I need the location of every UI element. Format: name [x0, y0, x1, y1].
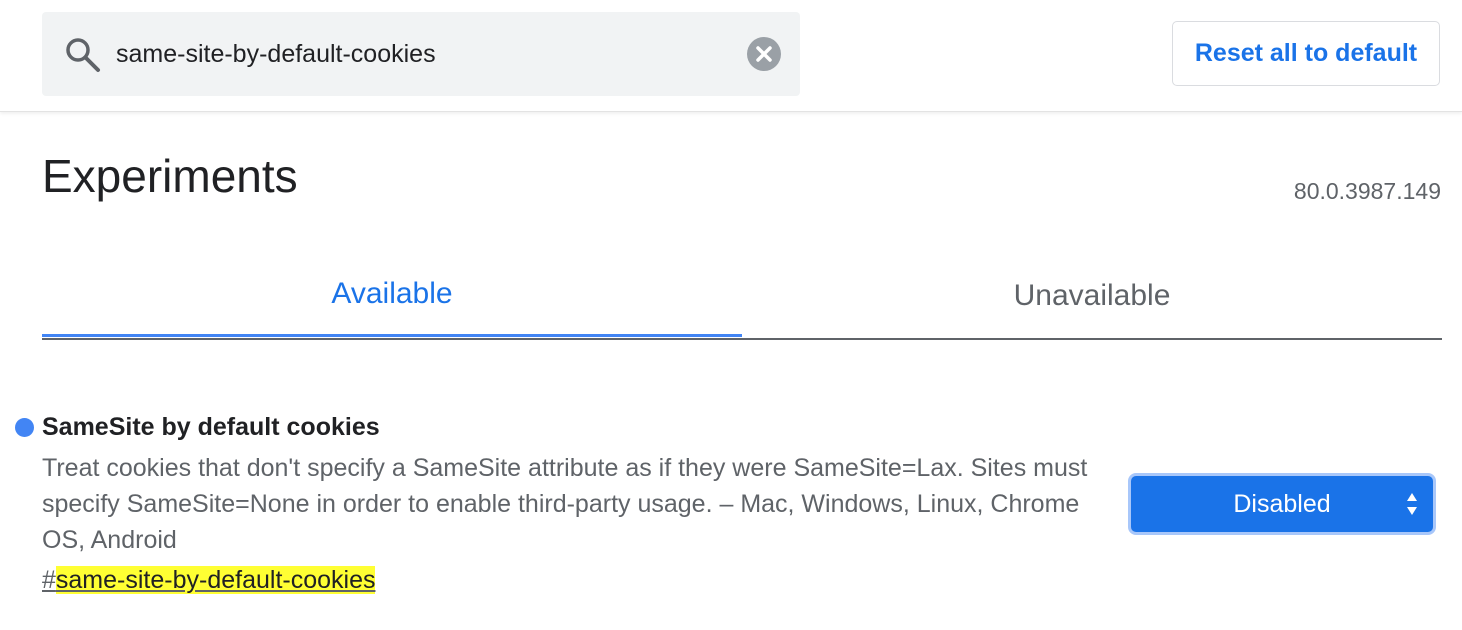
search-box[interactable]: [42, 12, 800, 96]
reset-all-button[interactable]: Reset all to default: [1172, 21, 1440, 86]
version-label: 80.0.3987.149: [1293, 178, 1441, 204]
experiment-description: Treat cookies that don't specify a SameS…: [42, 454, 1088, 554]
header-bar: Reset all to default: [0, 0, 1462, 112]
experiment-name: SameSite by default cookies: [42, 413, 380, 441]
tab-unavailable[interactable]: Unavailable: [742, 250, 1442, 338]
tab-available[interactable]: Available: [42, 250, 742, 337]
experiment-permalink[interactable]: #same-site-by-default-cookies: [42, 564, 376, 596]
select-arrows-icon: [1407, 493, 1417, 515]
permalink-prefix: #: [42, 566, 56, 594]
page-title: Experiments: [42, 150, 298, 202]
close-icon[interactable]: [747, 37, 781, 71]
permalink-id: same-site-by-default-cookies: [55, 566, 376, 594]
tab-bar: Available Unavailable: [42, 250, 1442, 340]
search-input[interactable]: [116, 36, 736, 72]
status-dot-icon: [15, 418, 34, 437]
search-icon: [66, 38, 100, 72]
experiment-state-select[interactable]: Disabled: [1131, 476, 1433, 532]
select-value: Disabled: [1233, 489, 1331, 518]
